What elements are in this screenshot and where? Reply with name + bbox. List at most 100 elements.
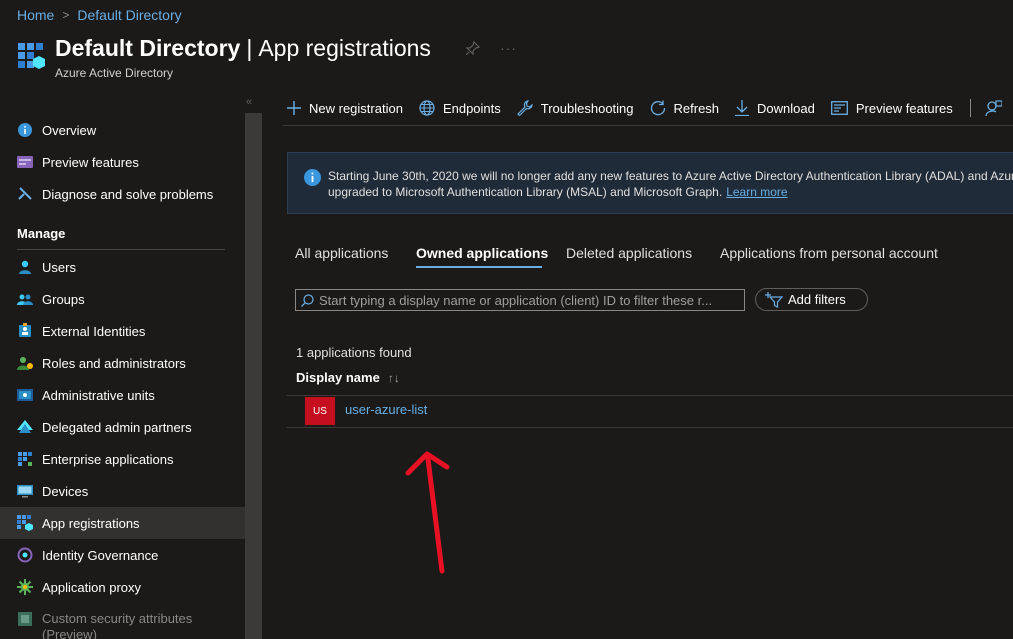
download-button[interactable]: Download [735, 100, 815, 116]
refresh-icon [650, 100, 665, 116]
user-icon [17, 259, 33, 275]
troubleshooting-label: Troubleshooting [540, 100, 634, 116]
governance-icon [17, 547, 33, 563]
tab-personal-account-applications[interactable]: Applications from personal account [720, 245, 938, 261]
breadcrumb: Home > Default Directory [17, 7, 182, 23]
sidebar-item-label: Application proxy [42, 579, 141, 595]
sidebar-item-label: Identity Governance [42, 547, 159, 563]
preview-features-label: Preview features [855, 100, 953, 116]
sidebar-item-label: Delegated admin partners [42, 419, 192, 435]
download-label: Download [757, 100, 815, 116]
collapse-sidebar-icon[interactable]: « [246, 96, 252, 108]
groups-icon [17, 291, 33, 307]
pin-icon[interactable] [466, 41, 480, 55]
add-filters-label: Add filters [788, 292, 846, 307]
breadcrumb-home-link[interactable]: Home [17, 7, 54, 23]
wrench-icon [17, 186, 33, 202]
enterprise-apps-icon [17, 451, 33, 467]
feedback-button[interactable] [985, 99, 1010, 117]
page-title-blade: App registrations [258, 35, 431, 61]
sidebar-scrollbar[interactable] [245, 113, 262, 639]
add-filters-button[interactable]: Add filters [755, 288, 868, 311]
sidebar-item-label: App registrations [42, 515, 140, 531]
sidebar-item-label: Custom security attributes [42, 611, 193, 626]
sidebar-item-app-registrations[interactable]: App registrations [0, 507, 245, 539]
table-divider [287, 427, 1013, 428]
endpoints-label: Endpoints [442, 100, 501, 116]
sidebar-item-diagnose[interactable]: Diagnose and solve problems [0, 178, 245, 210]
preview-features-icon [830, 101, 848, 115]
troubleshooting-button[interactable]: Troubleshooting [516, 100, 634, 116]
command-bar: New registration Endpoints Troubleshooti… [287, 96, 1013, 120]
sidebar-item-identity-governance[interactable]: Identity Governance [0, 539, 245, 571]
preview-icon [17, 154, 33, 170]
learn-more-link[interactable]: Learn more [726, 185, 787, 199]
search-input[interactable] [319, 292, 729, 308]
admin-units-icon [17, 387, 33, 403]
refresh-button[interactable]: Refresh [650, 100, 719, 116]
app-registrations-icon [18, 43, 45, 69]
sidebar-item-label-preview: (Preview) [42, 627, 97, 639]
table-divider [287, 395, 1013, 396]
sidebar-item-external-identities[interactable]: External Identities [0, 315, 245, 347]
page-title-separator: | [246, 35, 253, 61]
adal-deprecation-banner: Starting June 30th, 2020 we will no long… [287, 152, 1013, 214]
sidebar-item-users[interactable]: Users [0, 251, 245, 283]
sort-icon[interactable]: ↑↓ [388, 371, 400, 385]
search-icon [301, 293, 314, 307]
info-icon [304, 169, 321, 186]
sidebar-item-devices[interactable]: Devices [0, 475, 245, 507]
tab-owned-applications[interactable]: Owned applications [416, 245, 548, 261]
new-registration-label: New registration [309, 100, 403, 116]
external-identities-icon [17, 323, 33, 339]
annotation-arrow-icon [405, 451, 450, 574]
endpoints-button[interactable]: Endpoints [419, 100, 501, 116]
feedback-icon [985, 99, 1002, 116]
tab-deleted-applications[interactable]: Deleted applications [566, 245, 692, 261]
page-subtitle: Azure Active Directory [55, 66, 174, 80]
sidebar-item-preview-features[interactable]: Preview features [0, 146, 245, 178]
download-icon [735, 100, 750, 116]
more-options-icon[interactable]: ··· [500, 40, 517, 56]
sidebar-item-delegated-admin[interactable]: Delegated admin partners [0, 411, 245, 443]
sidebar-item-custom-security-attributes[interactable]: Custom security attributes (Preview) [0, 603, 245, 639]
sidebar-item-label: Administrative units [42, 387, 155, 403]
banner-line-2: upgraded to Microsoft Authentication Lib… [328, 185, 723, 199]
sidebar-item-overview[interactable]: Overview [0, 114, 245, 146]
preview-features-button[interactable]: Preview features [830, 100, 953, 116]
sidebar-item-label-wrap: Custom security attributes (Preview) [42, 611, 192, 639]
breadcrumb-directory-link[interactable]: Default Directory [77, 7, 181, 23]
roles-icon [17, 355, 33, 371]
sidebar-item-groups[interactable]: Groups [0, 283, 245, 315]
search-box [295, 289, 745, 311]
column-header-display-name[interactable]: Display name ↑↓ [296, 370, 400, 385]
app-proxy-icon [17, 579, 33, 595]
results-count: 1 applications found [296, 345, 412, 360]
sidebar-item-label: Diagnose and solve problems [42, 186, 214, 202]
sidebar-item-label: Devices [42, 483, 89, 499]
page-title: Default Directory | App registrations [55, 35, 431, 62]
sidebar-item-label: Enterprise applications [42, 451, 174, 467]
devices-icon [17, 483, 33, 499]
chevron-right-icon: > [62, 8, 70, 22]
sidebar-item-label: Users [42, 259, 76, 275]
app-link-user-azure-list[interactable]: user-azure-list [345, 402, 427, 417]
banner-line-1: Starting June 30th, 2020 we will no long… [328, 169, 1013, 183]
sidebar-section-manage: Manage [17, 226, 66, 241]
add-filter-icon [765, 291, 783, 308]
sidebar-item-roles[interactable]: Roles and administrators [0, 347, 245, 379]
wrench-icon [516, 100, 533, 116]
page-title-directory: Default Directory [55, 35, 241, 61]
active-tab-indicator [416, 266, 542, 268]
new-registration-button[interactable]: New registration [287, 101, 403, 116]
app-registrations-icon [17, 515, 33, 531]
app-avatar: US [305, 397, 335, 425]
info-icon [17, 122, 33, 138]
sidebar-divider [17, 249, 225, 250]
command-bar-divider [283, 125, 1013, 126]
column-header-label: Display name [296, 370, 380, 385]
tab-all-applications[interactable]: All applications [295, 245, 388, 261]
sidebar-item-enterprise-apps[interactable]: Enterprise applications [0, 443, 245, 475]
sidebar-item-application-proxy[interactable]: Application proxy [0, 571, 245, 603]
sidebar-item-administrative-units[interactable]: Administrative units [0, 379, 245, 411]
